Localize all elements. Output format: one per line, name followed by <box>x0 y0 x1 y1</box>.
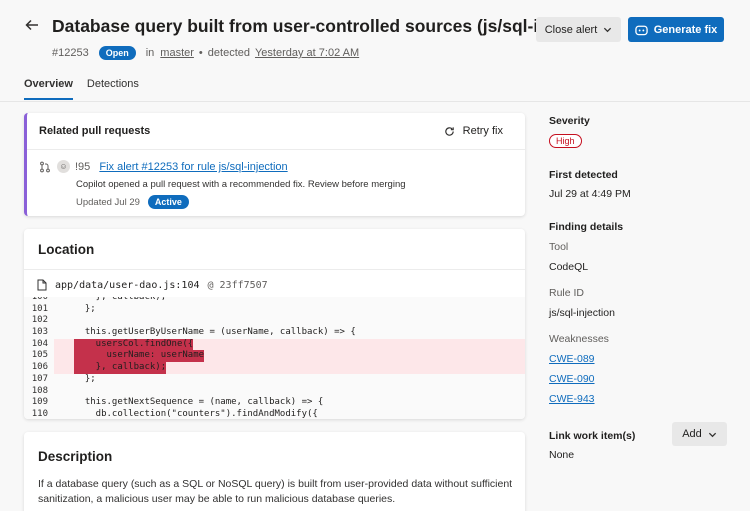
pr-updated-row: Updated Jul 29 Active <box>76 195 189 209</box>
pr-description: Copilot opened a pull request with a rec… <box>76 179 406 190</box>
tool-value: CodeQL <box>549 261 589 273</box>
meta-separator: • <box>198 47 203 59</box>
retry-fix-label: Retry fix <box>462 125 503 137</box>
line-number: 105 <box>31 350 48 361</box>
retry-fix-button[interactable]: Retry fix <box>444 125 503 137</box>
alert-meta: #12253 Open in master • detected Yesterd… <box>52 46 359 60</box>
code-text: usersCol.findOne({ <box>74 338 194 351</box>
generate-fix-label: Generate fix <box>653 23 718 36</box>
add-label: Add <box>682 428 702 440</box>
line-number: 110 <box>31 408 48 419</box>
line-number: 103 <box>31 327 48 338</box>
branch-link[interactable]: master <box>160 47 194 59</box>
code-line: 103 this.getUserByUserName = (userName, … <box>24 327 525 339</box>
code-line: 105 userName: userName <box>24 350 525 363</box>
tab-overview[interactable]: Overview <box>24 78 73 100</box>
pr-number: !95 <box>75 161 91 173</box>
severity-label: Severity <box>549 115 590 127</box>
pull-request-icon <box>39 161 51 176</box>
line-number: 104 <box>31 338 48 349</box>
weakness-link-cwe-943[interactable]: CWE-943 <box>549 393 595 405</box>
finding-details-label: Finding details <box>549 221 624 233</box>
code-text: }; <box>74 373 96 384</box>
pr-status-badge: Active <box>147 195 189 209</box>
rule-id-label: Rule ID <box>549 287 585 299</box>
rule-id-value: js/sql-injection <box>549 307 615 319</box>
code-text: db.collection("counters").findAndModify(… <box>74 408 318 419</box>
first-detected-label: First detected <box>549 169 618 181</box>
line-number: 107 <box>31 373 48 384</box>
line-number: 108 <box>31 385 48 396</box>
code-text: this.getNextSequence = (name, callback) … <box>74 397 324 408</box>
card-divider <box>27 149 525 150</box>
link-work-item-label: Link work item(s) <box>549 430 636 442</box>
detected-time-link[interactable]: Yesterday at 7:02 AM <box>255 47 359 59</box>
tab-bar: Overview Detections <box>24 78 139 100</box>
code-text: userName: userName <box>74 350 205 363</box>
chevron-down-icon <box>708 432 716 437</box>
code-line: 106 }, callback); <box>24 362 525 374</box>
weakness-link-cwe-090[interactable]: CWE-090 <box>549 373 595 385</box>
code-line: 100 }, callback); <box>24 297 525 304</box>
tab-detections[interactable]: Detections <box>87 78 139 100</box>
code-line: 110 db.collection("counters").findAndMod… <box>24 409 525 419</box>
code-line: 104 usersCol.findOne({ <box>24 338 525 351</box>
description-card: Description If a database query (such as… <box>24 432 525 511</box>
weaknesses-label: Weaknesses <box>549 333 609 345</box>
status-badge: Open <box>98 46 136 60</box>
tool-label: Tool <box>549 241 569 253</box>
code-text: }; <box>74 303 96 314</box>
code-text: this.getUserByUserName = (userName, call… <box>74 327 356 338</box>
in-label: in <box>145 47 155 59</box>
code-line: 107 }; <box>24 374 525 386</box>
code-line: 101 }; <box>24 304 525 316</box>
refresh-icon <box>444 126 454 136</box>
file-icon <box>37 279 47 291</box>
pr-link[interactable]: Fix alert #12253 for rule js/sql-injecti… <box>99 161 287 173</box>
commit-hash: @ 23ff7507 <box>207 279 268 291</box>
code-line: 108 <box>24 386 525 398</box>
description-text: If a database query (such as a SQL or No… <box>38 478 513 505</box>
close-alert-label: Close alert <box>544 23 598 36</box>
alert-id: #12253 <box>52 47 89 59</box>
related-pull-requests-card: Related pull requests Retry fix ☺ !95 Fi… <box>24 113 525 216</box>
location-title: Location <box>38 242 95 257</box>
add-work-item-button[interactable]: Add <box>672 422 727 446</box>
tab-divider <box>0 101 750 102</box>
generate-fix-button[interactable]: Generate fix <box>628 17 724 42</box>
code-text: }, callback); <box>74 297 167 302</box>
detected-label: detected <box>207 47 250 59</box>
line-number: 101 <box>31 303 48 314</box>
bot-avatar-icon: ☺ <box>57 160 70 173</box>
code-snippet: 100 }, callback); 101 }; 102 103 this.getUs… <box>24 297 525 419</box>
page-title: Database query built from user-controlle… <box>52 16 612 36</box>
link-work-item-value: None <box>549 449 575 461</box>
first-detected-value: Jul 29 at 4:49 PM <box>549 188 631 200</box>
line-number: 100 <box>31 297 48 302</box>
severity-badge: High <box>549 134 582 148</box>
line-number: 106 <box>31 362 48 373</box>
line-number: 102 <box>31 315 48 326</box>
code-line: 109 this.getNextSequence = (name, callba… <box>24 397 525 409</box>
close-alert-button[interactable]: Close alert <box>536 17 621 42</box>
code-text: }, callback); <box>74 362 167 374</box>
code-line: 102 <box>24 315 525 327</box>
description-title: Description <box>38 449 113 464</box>
pr-updated: Updated Jul 29 <box>76 196 140 208</box>
location-card: Location app/data/user-dao.js:104 @ 23ff… <box>24 229 525 419</box>
weakness-link-cwe-089[interactable]: CWE-089 <box>549 353 595 365</box>
related-prs-title: Related pull requests <box>39 125 151 137</box>
page-header: Database query built from user-controlle… <box>0 0 750 104</box>
file-path[interactable]: app/data/user-dao.js:104 <box>55 280 200 291</box>
back-arrow-icon[interactable] <box>24 17 44 37</box>
chevron-down-icon <box>604 27 612 33</box>
copilot-icon <box>634 25 648 35</box>
line-number: 109 <box>31 397 48 408</box>
pr-title-line: !95 Fix alert #12253 for rule js/sql-inj… <box>75 161 288 173</box>
